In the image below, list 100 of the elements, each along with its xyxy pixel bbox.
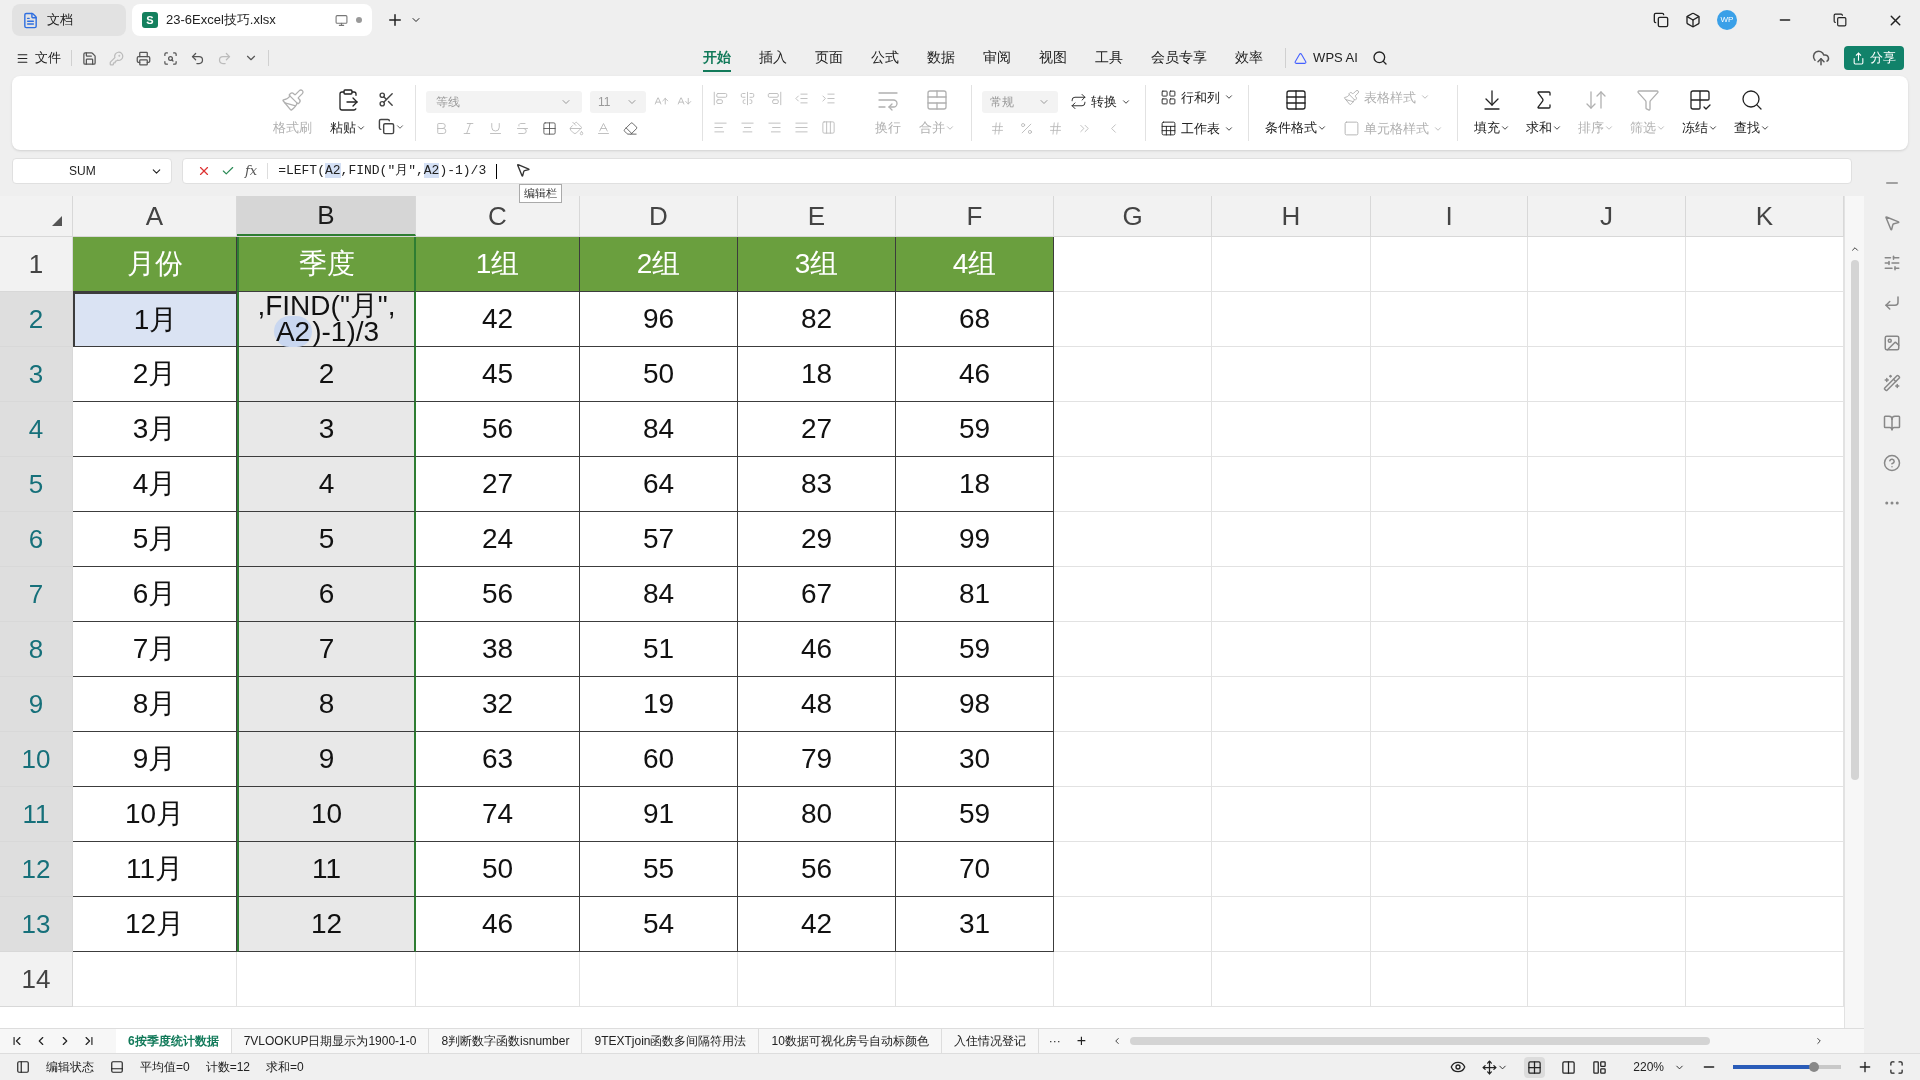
column-header[interactable]: F bbox=[896, 196, 1054, 236]
ribbon-tab[interactable]: 插入 bbox=[759, 44, 788, 72]
zoom-level[interactable]: 220% bbox=[1633, 1058, 1685, 1076]
pointer-icon[interactable] bbox=[1883, 214, 1901, 232]
scroll-up-icon[interactable] bbox=[1849, 244, 1860, 254]
monitor-icon[interactable] bbox=[335, 13, 348, 27]
return-icon[interactable] bbox=[1883, 294, 1901, 312]
panel-icon[interactable] bbox=[110, 1060, 124, 1074]
fullscreen-icon[interactable] bbox=[1889, 1059, 1904, 1075]
wand-icon[interactable] bbox=[1883, 374, 1901, 392]
ribbon-tab[interactable]: 开始 bbox=[703, 44, 732, 72]
row-header[interactable]: 8 bbox=[0, 622, 73, 677]
cloud-upload-icon[interactable] bbox=[1812, 49, 1830, 67]
first-sheet-icon[interactable] bbox=[10, 1034, 24, 1048]
align-left-icon[interactable] bbox=[713, 120, 728, 135]
row-header[interactable]: 14 bbox=[0, 952, 73, 1007]
zoom-slider-thumb[interactable] bbox=[1809, 1062, 1819, 1072]
scroll-thumb[interactable] bbox=[1850, 260, 1859, 780]
eraser-icon[interactable] bbox=[623, 120, 638, 136]
row-header[interactable]: 12 bbox=[0, 842, 73, 897]
undo-icon[interactable] bbox=[190, 50, 205, 66]
page-view-icon[interactable] bbox=[1561, 1059, 1577, 1075]
page-break-icon[interactable] bbox=[1592, 1059, 1608, 1075]
row-header[interactable]: 5 bbox=[0, 457, 73, 512]
italic-icon[interactable] bbox=[461, 120, 476, 136]
ribbon-tab[interactable]: 公式 bbox=[871, 44, 900, 72]
eye-icon[interactable] bbox=[1450, 1059, 1467, 1075]
add-sheet-button[interactable]: + bbox=[1070, 1029, 1093, 1053]
search-icon[interactable] bbox=[1371, 50, 1388, 66]
help-icon[interactable] bbox=[1883, 454, 1901, 472]
confirm-icon[interactable] bbox=[221, 164, 235, 178]
row-header[interactable]: 4 bbox=[0, 402, 73, 457]
column-header[interactable]: I bbox=[1371, 196, 1528, 236]
fill-color-icon[interactable] bbox=[569, 120, 584, 136]
select-all-icon[interactable] bbox=[52, 216, 62, 226]
ribbon-button[interactable]: 冻结 bbox=[1676, 86, 1724, 140]
ribbon-button[interactable]: 粘贴 bbox=[324, 86, 372, 140]
row-header[interactable]: 6 bbox=[0, 512, 73, 567]
row-header[interactable]: 13 bbox=[0, 897, 73, 952]
ribbon-tab[interactable]: 工具 bbox=[1095, 44, 1124, 72]
zoom-slider[interactable] bbox=[1733, 1065, 1841, 1069]
save-icon[interactable] bbox=[82, 50, 97, 66]
insert-function-button[interactable]: fx bbox=[245, 161, 258, 181]
column-header[interactable]: B bbox=[237, 196, 416, 236]
underline-icon[interactable] bbox=[488, 120, 503, 136]
outdent-icon[interactable] bbox=[794, 91, 809, 106]
align-bottom-icon[interactable] bbox=[767, 91, 782, 106]
ribbon-button[interactable]: 填充 bbox=[1468, 86, 1516, 140]
border-icon[interactable] bbox=[542, 120, 557, 136]
ribbon-tab[interactable]: 视图 bbox=[1039, 44, 1068, 72]
ribbon-tab[interactable]: 页面 bbox=[815, 44, 844, 72]
bold-icon[interactable] bbox=[434, 120, 449, 136]
row-header[interactable]: 10 bbox=[0, 732, 73, 787]
zoom-in-icon[interactable] bbox=[1857, 1059, 1873, 1075]
document-tab[interactable]: 文档 bbox=[12, 4, 126, 36]
justify-icon[interactable] bbox=[794, 120, 809, 135]
column-header[interactable]: J bbox=[1528, 196, 1686, 236]
file-menu[interactable]: 文件 bbox=[16, 48, 61, 68]
thousands-icon[interactable] bbox=[1048, 121, 1063, 137]
status-icon[interactable] bbox=[16, 1060, 30, 1074]
cancel-icon[interactable] bbox=[197, 164, 211, 178]
copy-icon[interactable] bbox=[378, 118, 395, 135]
indent-icon[interactable] bbox=[821, 91, 836, 106]
document-tab[interactable]: S 23-6Excel技巧.xlsx bbox=[132, 4, 372, 36]
new-tab-icon[interactable] bbox=[386, 11, 404, 29]
font-color-icon[interactable] bbox=[596, 120, 611, 136]
row-header[interactable]: 3 bbox=[0, 347, 73, 402]
print-icon[interactable] bbox=[136, 50, 151, 66]
sliders-icon[interactable] bbox=[1883, 254, 1901, 272]
ribbon-button[interactable]: 求和 bbox=[1520, 86, 1568, 140]
align-top-icon[interactable] bbox=[713, 91, 728, 106]
ribbon-button[interactable]: 查找 bbox=[1728, 86, 1776, 140]
align-middle-icon[interactable] bbox=[740, 91, 755, 106]
cube-icon[interactable] bbox=[1685, 12, 1701, 28]
align-center-icon[interactable] bbox=[740, 120, 755, 135]
percent-icon[interactable] bbox=[1019, 121, 1034, 137]
distribute-icon[interactable] bbox=[821, 120, 836, 135]
column-header[interactable]: H bbox=[1212, 196, 1371, 236]
more-sheets-button[interactable]: ··· bbox=[1038, 1032, 1071, 1050]
row-header[interactable]: 1 bbox=[0, 237, 73, 292]
redo-icon[interactable] bbox=[217, 50, 232, 66]
align-right-icon[interactable] bbox=[767, 120, 782, 135]
ribbon-button[interactable]: 行和列 bbox=[1156, 85, 1238, 109]
book-icon[interactable] bbox=[1883, 414, 1901, 432]
strikethrough-icon[interactable] bbox=[515, 120, 530, 136]
normal-view-icon[interactable] bbox=[1524, 1056, 1546, 1078]
ribbon-tab[interactable]: 数据 bbox=[927, 44, 956, 72]
cut-icon[interactable] bbox=[378, 91, 395, 108]
ribbon-button[interactable]: 工作表 bbox=[1156, 117, 1238, 141]
key-icon[interactable] bbox=[109, 50, 124, 66]
row-header[interactable]: 11 bbox=[0, 787, 73, 842]
window-icon[interactable] bbox=[1653, 12, 1669, 28]
column-header[interactable]: G bbox=[1054, 196, 1212, 236]
ribbon-tab[interactable]: 审阅 bbox=[983, 44, 1012, 72]
move-icon[interactable] bbox=[1482, 1059, 1498, 1075]
restore-icon[interactable] bbox=[1833, 13, 1847, 27]
scroll-thumb[interactable] bbox=[1130, 1037, 1711, 1045]
row-header[interactable]: 2 bbox=[0, 292, 73, 347]
scroll-right-icon[interactable] bbox=[1814, 1036, 1824, 1046]
ai-button[interactable]: WPS AI bbox=[1294, 48, 1358, 68]
